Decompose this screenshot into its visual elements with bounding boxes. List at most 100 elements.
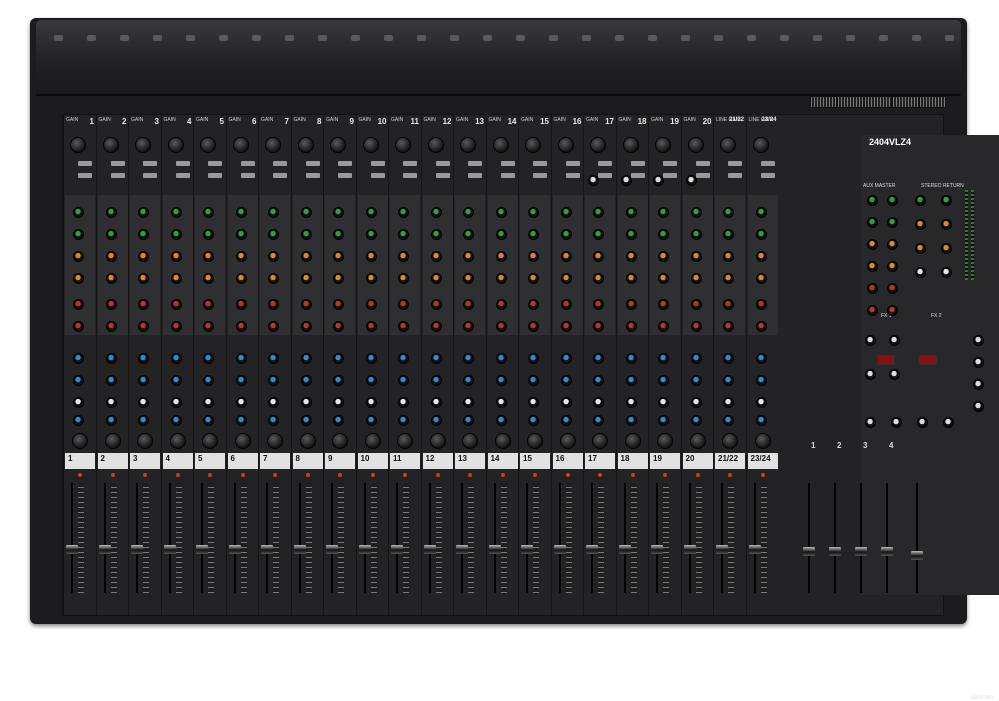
low-cut-button[interactable] (78, 173, 92, 178)
low-cut-button[interactable] (630, 161, 645, 166)
aux-send-knob[interactable] (73, 321, 84, 332)
eq-knob[interactable] (690, 397, 702, 408)
channel-fader[interactable] (586, 545, 598, 554)
aux-send-knob[interactable] (235, 273, 247, 284)
eq-knob[interactable] (170, 353, 182, 364)
low-cut-button[interactable] (565, 161, 580, 166)
gain-knob[interactable] (427, 137, 444, 153)
aux-send-knob[interactable] (73, 207, 84, 218)
mute-button[interactable]: 21/22 (715, 453, 745, 469)
aux-send-knob[interactable] (268, 251, 279, 262)
aux-send-knob[interactable] (495, 251, 507, 262)
aux-send-knob[interactable] (463, 273, 474, 284)
eq-knob[interactable] (625, 397, 637, 408)
low-cut-button[interactable] (663, 173, 677, 178)
aux-send-knob[interactable] (463, 207, 474, 218)
pan-knob[interactable] (234, 433, 251, 449)
eq-knob[interactable] (755, 375, 767, 386)
aux-send-knob[interactable] (105, 299, 117, 310)
phones-knob[interactable] (973, 357, 984, 368)
eq-knob[interactable] (105, 375, 117, 386)
gain-knob[interactable] (102, 137, 119, 153)
aux-send-knob[interactable] (203, 321, 214, 332)
pan-knob[interactable] (397, 433, 413, 449)
aux-send-knob[interactable] (203, 207, 214, 218)
low-cut-button[interactable] (305, 161, 320, 166)
gain-knob[interactable] (590, 137, 606, 153)
eq-knob[interactable] (430, 415, 442, 426)
aux-send-knob[interactable] (560, 207, 572, 218)
aux-send-knob[interactable] (138, 251, 149, 262)
aux-send-knob[interactable] (528, 207, 539, 218)
aux-send-knob[interactable] (73, 229, 84, 240)
aux-send-knob[interactable] (170, 207, 182, 218)
aux-send-knob[interactable] (658, 273, 669, 284)
eq-knob[interactable] (463, 397, 474, 408)
aux-send-knob[interactable] (203, 251, 214, 262)
subgroup-fader[interactable] (829, 547, 841, 556)
low-cut-button[interactable] (435, 173, 450, 178)
low-cut-button[interactable] (78, 161, 92, 166)
aux-send-knob[interactable] (333, 251, 344, 262)
gain-knob[interactable] (330, 137, 346, 153)
aux-send-knob[interactable] (105, 207, 117, 218)
channel-fader[interactable] (358, 545, 371, 554)
eq-knob[interactable] (723, 397, 734, 408)
aux-send-knob[interactable] (300, 229, 312, 240)
low-cut-button[interactable] (500, 173, 515, 178)
eq-knob[interactable] (560, 415, 572, 426)
mute-button[interactable]: 19 (650, 453, 680, 469)
gain-knob[interactable] (395, 137, 411, 153)
eq-knob[interactable] (73, 415, 84, 426)
pan-knob[interactable] (299, 433, 316, 449)
low-cut-button[interactable] (370, 173, 385, 178)
pan-knob[interactable] (267, 433, 283, 449)
aux-send-knob[interactable] (138, 321, 149, 332)
aux-send-knob[interactable] (235, 251, 247, 262)
gain-knob[interactable] (460, 137, 476, 153)
eq-knob[interactable] (755, 353, 767, 364)
channel-fader[interactable] (196, 545, 208, 554)
eq-knob[interactable] (268, 353, 279, 364)
channel-fader[interactable] (651, 545, 663, 554)
eq-knob[interactable] (235, 353, 247, 364)
aux-send-knob[interactable] (625, 321, 637, 332)
gain-knob[interactable] (135, 137, 151, 153)
low-cut-button[interactable] (143, 173, 157, 178)
eq-knob[interactable] (430, 353, 442, 364)
channel-fader[interactable] (98, 545, 111, 554)
channel-fader[interactable] (293, 545, 306, 554)
eq-knob[interactable] (138, 353, 149, 364)
gain-knob[interactable] (297, 137, 314, 153)
channel-fader[interactable] (553, 545, 566, 554)
aux-send-knob[interactable] (593, 229, 604, 240)
eq-knob[interactable] (398, 397, 409, 408)
eq-knob[interactable] (723, 353, 734, 364)
aux-send-knob[interactable] (170, 321, 182, 332)
aux-send-knob[interactable] (593, 321, 604, 332)
eq-knob[interactable] (268, 415, 279, 426)
aux-send-knob[interactable] (528, 321, 539, 332)
mute-button[interactable]: 7 (260, 453, 290, 469)
aux-send-knob[interactable] (300, 207, 312, 218)
aux-send-knob[interactable] (593, 207, 604, 218)
mute-button[interactable]: 12 (422, 453, 453, 469)
low-cut-button[interactable] (760, 173, 775, 178)
aux-send-knob[interactable] (268, 207, 279, 218)
pan-knob[interactable] (72, 433, 88, 449)
pan-knob[interactable] (462, 433, 478, 449)
pan-knob[interactable] (624, 433, 641, 449)
pan-knob[interactable] (559, 433, 576, 449)
aux-send-knob[interactable] (430, 229, 442, 240)
low-cut-button[interactable] (468, 161, 482, 166)
pan-knob[interactable] (527, 433, 543, 449)
low-cut-button[interactable] (175, 161, 190, 166)
aux-send-knob[interactable] (723, 251, 734, 262)
channel-fader[interactable] (748, 545, 761, 554)
eq-knob[interactable] (690, 375, 702, 386)
aux-send-knob[interactable] (105, 321, 117, 332)
aux-send-knob[interactable] (430, 299, 442, 310)
pan-knob[interactable] (364, 433, 381, 449)
low-cut-button[interactable] (240, 161, 255, 166)
eq-knob[interactable] (235, 415, 247, 426)
